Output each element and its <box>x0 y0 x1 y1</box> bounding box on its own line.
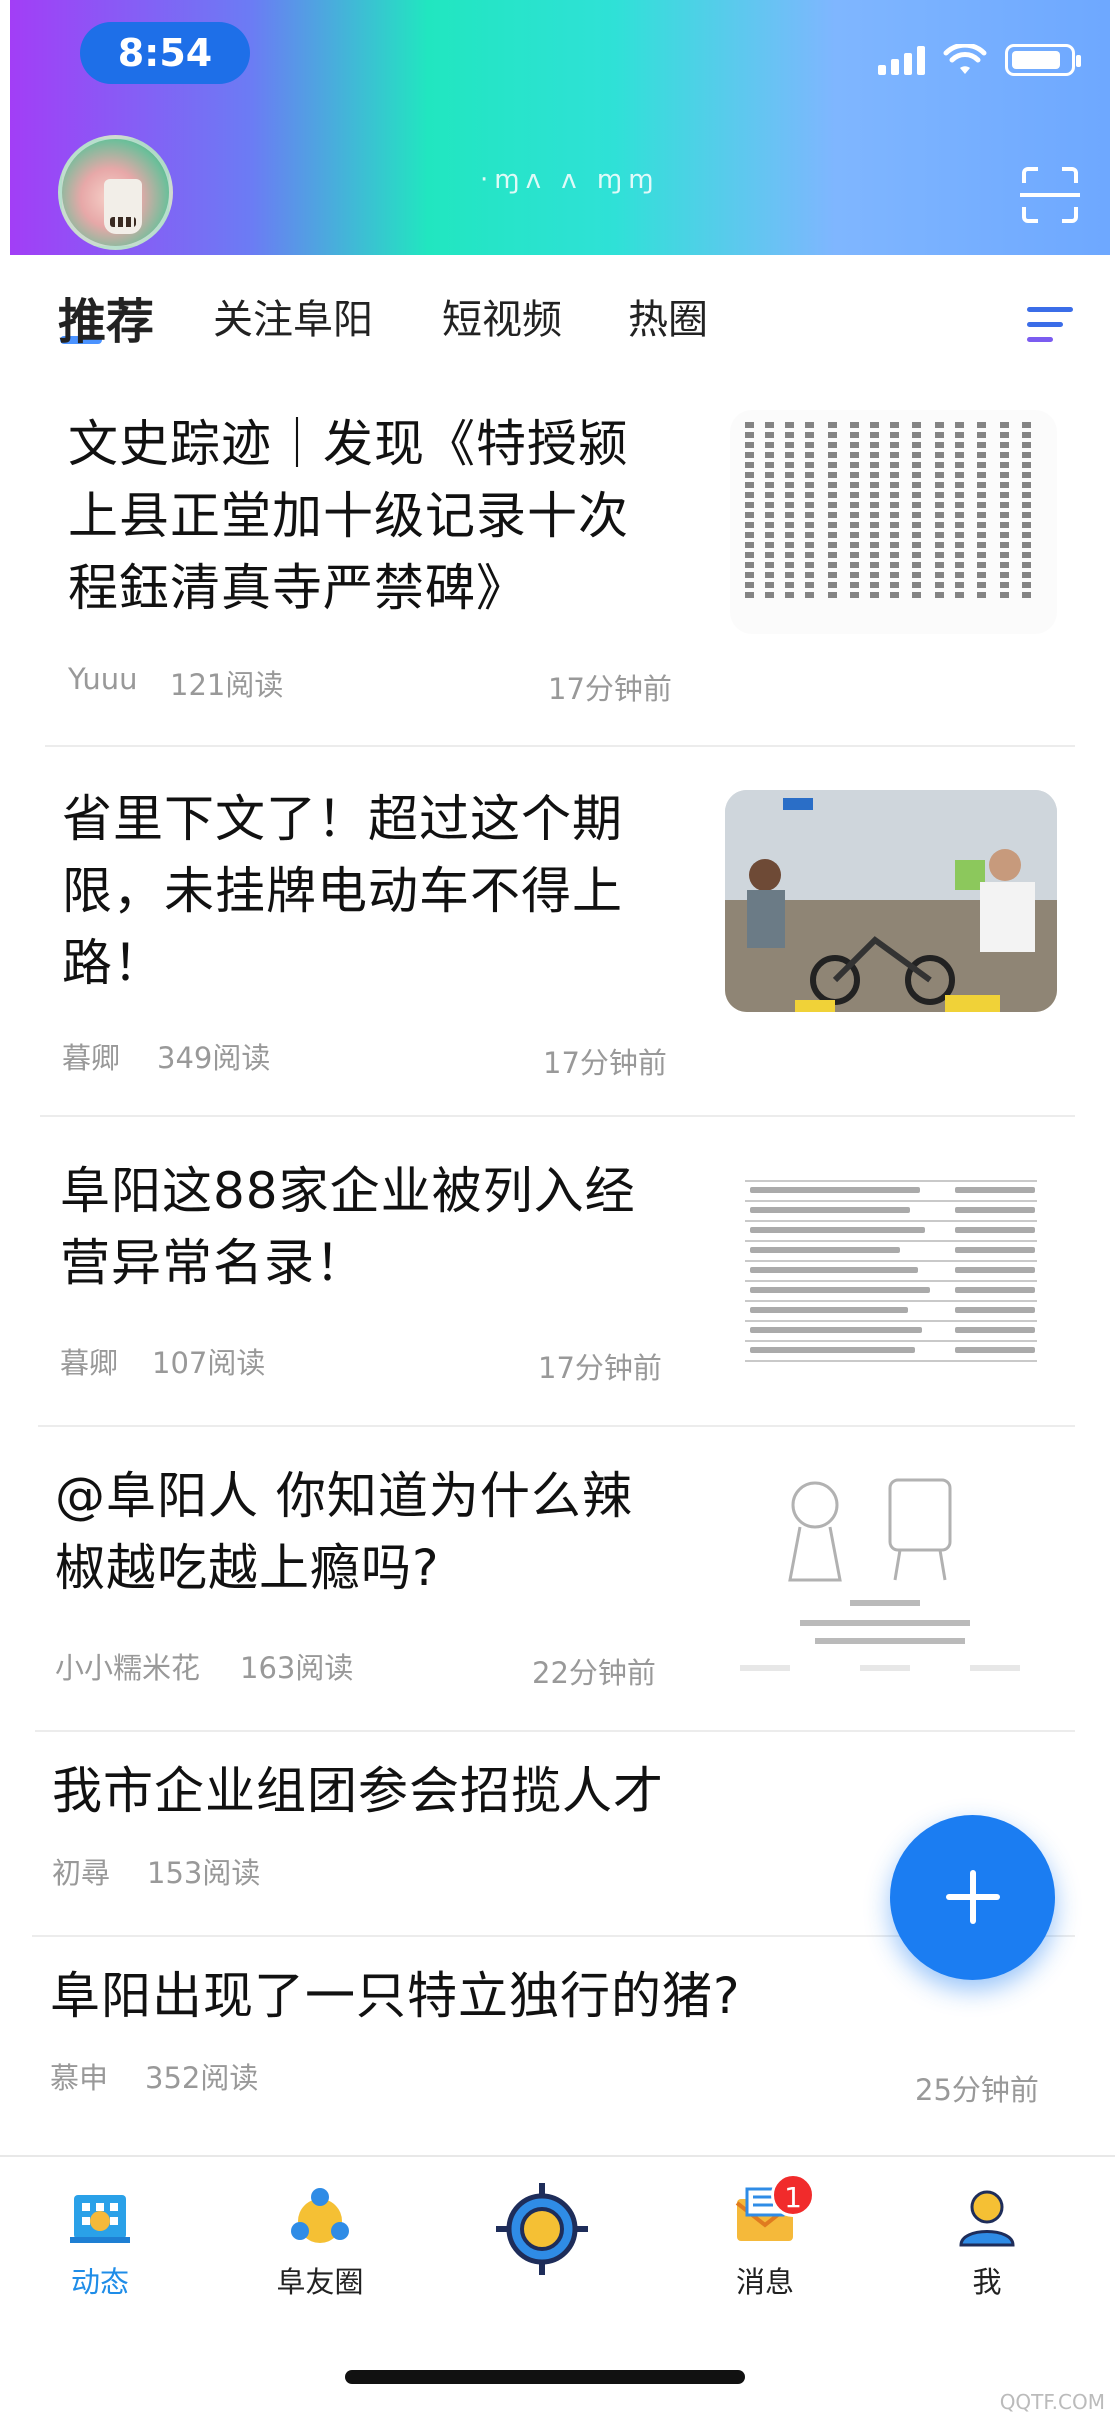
article-time: 17分钟前 <box>543 1046 667 1080</box>
nav-messages[interactable]: 1 消息 <box>705 2173 825 2301</box>
scan-icon[interactable] <box>1020 165 1080 225</box>
status-time: 8:54 <box>80 22 250 84</box>
tab-recommend[interactable]: 推荐 <box>58 282 154 352</box>
article-thumbnail <box>720 1470 1055 1692</box>
tab-follow-fuyang[interactable]: 关注阜阳 <box>213 287 373 345</box>
article-time: 25分钟前 <box>915 2073 1039 2107</box>
header: 8:54 ·ɱʌ ʌ ɱɱ <box>10 0 1110 255</box>
article-reads: 107阅读 <box>152 1346 266 1380</box>
status-icons <box>878 44 1081 76</box>
article-time: 22分钟前 <box>532 1656 656 1690</box>
nav-dynamic[interactable]: 动态 <box>40 2185 160 2301</box>
menu-icon[interactable] <box>1023 305 1077 345</box>
article-author: 暮卿 <box>60 1346 119 1380</box>
home-indicator <box>345 2370 745 2384</box>
article-author: 暮卿 <box>62 1041 121 1075</box>
article-thumbnail <box>725 790 1057 1012</box>
list-item[interactable]: 阜阳出现了一只特立独行的猪? 慕申 352阅读 25分钟前 <box>0 1955 1115 2155</box>
map-building-icon <box>68 2185 132 2249</box>
article-title: 阜阳出现了一只特立独行的猪? <box>50 1967 741 2025</box>
article-reads: 153阅读 <box>147 1856 261 1890</box>
article-author: Yuuu <box>68 662 138 696</box>
article-title: 文史踪迹｜发现《特授颍 上县正堂加十级记录十次 程鈺清真寺严禁碑》 <box>68 415 629 617</box>
nav-me[interactable]: 我 <box>927 2185 1047 2301</box>
category-tabs: 推荐 关注阜阳 短视频 热圈 <box>0 255 1115 380</box>
article-author: 小小糯米花 <box>55 1651 201 1685</box>
article-title: 阜阳这88家企业被列入经 营异常名录！ <box>60 1162 636 1292</box>
list-item[interactable]: 省里下文了！超过这个期 限，未挂牌电动车不得上 路！ 暮卿 349阅读 17分钟前 <box>0 770 1115 1117</box>
article-thumbnail <box>725 1165 1057 1387</box>
article-time: 17分钟前 <box>538 1351 662 1385</box>
list-item[interactable]: 阜阳这88家企业被列入经 营异常名录！ 暮卿 107阅读 17分钟前 <box>0 1140 1115 1427</box>
article-reads: 163阅读 <box>240 1651 354 1685</box>
create-post-button[interactable] <box>890 1815 1055 1980</box>
mail-icon: 1 <box>733 2173 815 2249</box>
user-name: ·ɱʌ ʌ ɱɱ <box>480 165 660 195</box>
nav-friends-circle[interactable]: 阜友圈 <box>260 2185 380 2301</box>
article-title: 省里下文了！超过这个期 限，未挂牌电动车不得上 路！ <box>62 790 623 992</box>
cellular-signal-icon <box>878 45 925 75</box>
wifi-icon <box>943 44 987 74</box>
watermark: QQTF.COM <box>999 2390 1105 2414</box>
article-reads: 349阅读 <box>157 1041 271 1075</box>
tab-short-video[interactable]: 短视频 <box>442 287 562 345</box>
nav-locate[interactable] <box>482 2179 602 2279</box>
article-thumbnail <box>730 410 1057 634</box>
article-author: 初尋 <box>52 1856 111 1890</box>
article-reads: 352阅读 <box>145 2061 259 2095</box>
user-avatar[interactable] <box>58 135 173 250</box>
list-item[interactable]: @阜阳人 你知道为什么辣 椒越吃越上瘾吗? 小小糯米花 163阅读 22分钟前 <box>0 1445 1115 1732</box>
tab-hot-circle[interactable]: 热圈 <box>628 287 708 345</box>
article-title: 我市企业组团参会招揽人才 <box>52 1762 664 1820</box>
list-item[interactable]: 文史踪迹｜发现《特授颍 上县正堂加十级记录十次 程鈺清真寺严禁碑》 Yuuu 121… <box>0 400 1115 747</box>
person-icon <box>955 2185 1019 2249</box>
friends-circle-icon <box>288 2185 352 2249</box>
battery-icon <box>1005 44 1081 76</box>
article-reads: 121阅读 <box>170 668 284 702</box>
article-time: 17分钟前 <box>548 672 672 706</box>
unread-badge: 1 <box>771 2173 815 2217</box>
locate-center-icon <box>492 2179 592 2279</box>
article-title: @阜阳人 你知道为什么辣 椒越吃越上瘾吗? <box>55 1467 633 1597</box>
article-author: 慕申 <box>50 2061 109 2095</box>
